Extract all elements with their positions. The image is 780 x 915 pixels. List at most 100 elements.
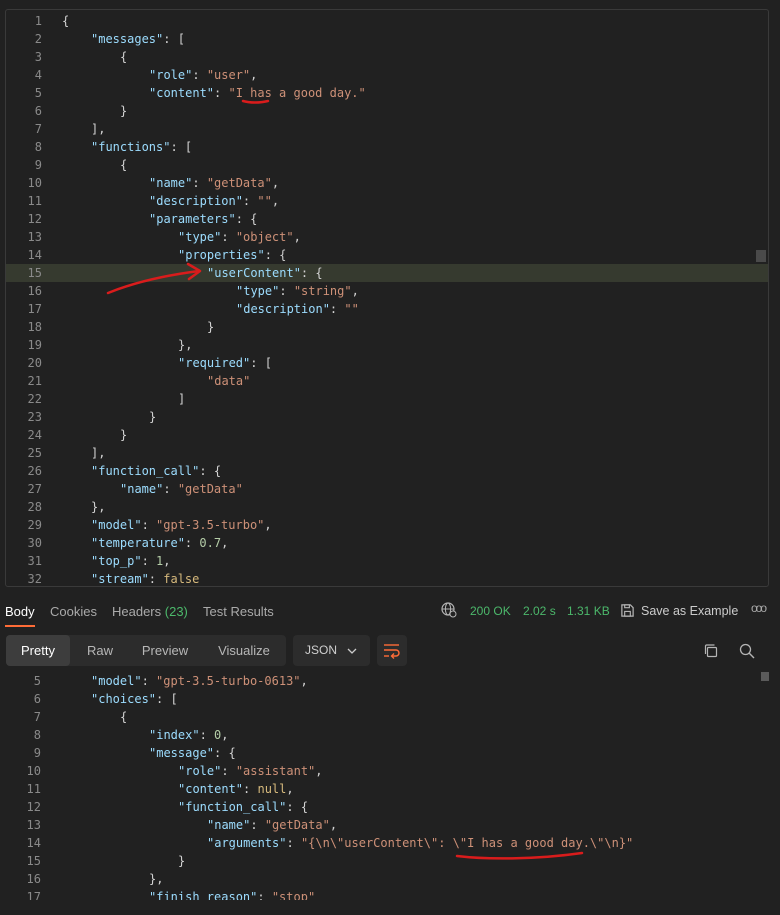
code-line[interactable]: 10 "name": "getData", [6,174,768,192]
code-line[interactable]: 14 "arguments": "{\n\"userContent\": \"I … [0,834,770,852]
code-line[interactable]: 29 "model": "gpt-3.5-turbo", [6,516,768,534]
code-token: "stream" [91,572,149,586]
code-text: "required": [ [178,354,272,372]
code-line[interactable]: 20 "required": [ [6,354,768,372]
code-line[interactable]: 24} [6,426,768,444]
code-token: "index" [149,728,200,742]
code-text: "name": "getData" [120,480,243,498]
code-line[interactable]: 9{ [6,156,768,174]
code-line[interactable]: 4 "role": "user", [6,66,768,84]
response-time[interactable]: 2.02 s [523,604,556,618]
code-text: }, [149,870,163,888]
code-line[interactable]: 12 "parameters": { [6,210,768,228]
code-line[interactable]: 16 "type": "string", [6,282,768,300]
code-token: : { [235,212,258,226]
code-line[interactable]: 5 "content": "I has a good day." [6,84,768,102]
line-number: 28 [27,500,42,514]
code-line[interactable]: 7{ [0,708,770,726]
status-code[interactable]: 200 OK [470,604,511,618]
code-text: "function_call": { [91,462,221,480]
code-line[interactable]: 8 "functions": [ [6,138,768,156]
tab-headers[interactable]: Headers (23) [112,604,188,619]
code-token: : [192,176,207,190]
code-text: "parameters": { [149,210,257,228]
code-token: }, [149,872,164,886]
code-text: ] [178,390,185,408]
view-raw-button[interactable]: Raw [70,635,130,666]
code-line[interactable]: 23} [6,408,768,426]
line-number: 14 [27,248,42,262]
globe-icon[interactable] [441,602,457,618]
code-line[interactable]: 5 "model": "gpt-3.5-turbo-0613", [0,672,770,690]
copy-icon[interactable] [703,643,719,659]
code-line[interactable]: 30 "temperature": 0.7, [6,534,768,552]
request-body-editor[interactable]: 1{2 "messages": [3{4 "role": "user", 5 "cont… [5,9,769,587]
code-line[interactable]: 26 "function_call": { [6,462,768,480]
code-line[interactable]: 1{ [6,12,768,30]
tab-cookies[interactable]: Cookies [50,604,97,619]
code-line[interactable]: 22] [6,390,768,408]
line-number: 11 [27,194,42,208]
code-token: : { [300,266,323,280]
line-number: 4 [34,68,42,82]
code-line[interactable]: 15} [0,852,770,870]
code-token: "{\n\"userContent\": \"I has a good day.… [300,836,634,850]
code-text: } [178,852,185,870]
code-line[interactable]: 13 "name": "getData", [0,816,770,834]
code-line[interactable]: 8 "index": 0, [0,726,770,744]
code-line[interactable]: 6 "choices": [ [0,690,770,708]
code-token: false [163,572,200,586]
save-icon [621,604,634,617]
code-text: "userContent": { [207,264,323,282]
code-line[interactable]: 9 "message": { [0,744,770,762]
code-line[interactable]: 11 "content": null, [0,780,770,798]
code-token: } [149,410,157,424]
code-text: "type": "object", [178,228,301,246]
code-line[interactable]: 17 "description": "" [6,300,768,318]
code-line[interactable]: 12 "function_call": { [0,798,770,816]
tab-body[interactable]: Body [5,604,35,619]
editor-scrollbar[interactable] [756,10,766,586]
wrap-lines-button[interactable] [377,635,407,666]
editor-scrollbar-thumb[interactable] [756,250,766,262]
view-pretty-button[interactable]: Pretty [6,635,70,666]
code-token: "assistant" [235,764,316,778]
code-token: , [315,764,323,778]
code-line[interactable]: 16}, [0,870,770,888]
code-line[interactable]: 14 "properties": { [6,246,768,264]
code-line[interactable]: 27 "name": "getData" [6,480,768,498]
code-line[interactable]: 13 "type": "object", [6,228,768,246]
line-number: 9 [34,158,42,172]
code-line[interactable]: 18} [6,318,768,336]
line-number: 26 [27,464,42,478]
code-token: "object" [235,230,294,244]
view-visualize-button[interactable]: Visualize [202,635,286,666]
line-number: 31 [27,554,42,568]
response-scrollbar-thumb[interactable] [761,672,769,681]
code-line[interactable]: 10 "role": "assistant", [0,762,770,780]
code-line[interactable]: 11 "description": "", [6,192,768,210]
search-icon[interactable] [739,643,755,659]
code-line[interactable]: 21 "data" [6,372,768,390]
more-icon[interactable]: ooo [751,601,767,615]
code-line[interactable]: 25], [6,444,768,462]
code-line[interactable]: 28}, [6,498,768,516]
response-body-viewer[interactable]: 5 "model": "gpt-3.5-turbo-0613", 6 "choices… [0,672,770,900]
code-line[interactable]: 17 "finish_reason": "stop" [0,888,770,900]
code-token: "message" [149,746,215,760]
code-line[interactable]: 31 "top_p": 1, [6,552,768,570]
tab-test-results[interactable]: Test Results [203,604,274,619]
response-size[interactable]: 1.31 KB [567,604,610,618]
code-line[interactable]: 7], [6,120,768,138]
view-preview-button[interactable]: Preview [130,635,200,666]
code-line[interactable]: 15 "userContent": { [6,264,768,282]
code-token: "userContent" [207,266,301,280]
response-scrollbar[interactable] [761,672,769,900]
code-line[interactable]: 19}, [6,336,768,354]
code-line[interactable]: 6} [6,102,768,120]
format-select[interactable]: JSON [293,635,370,666]
code-line[interactable]: 32 "stream": false [6,570,768,586]
code-line[interactable]: 3{ [6,48,768,66]
line-number: 32 [27,572,42,586]
code-line[interactable]: 2 "messages": [ [6,30,768,48]
